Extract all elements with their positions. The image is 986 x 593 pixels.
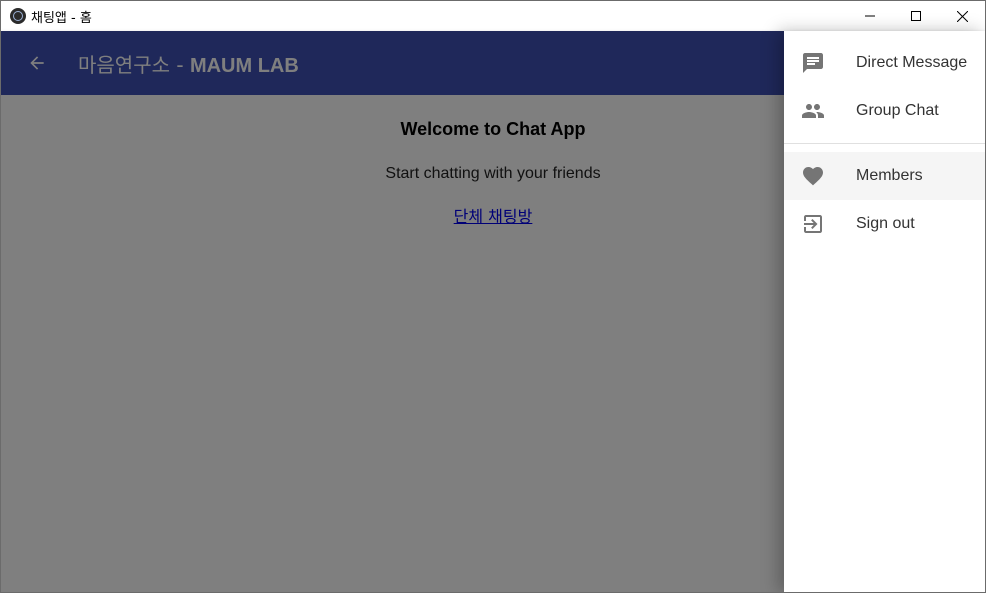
drawer-item-label: Sign out (856, 215, 915, 232)
minimize-icon (865, 15, 875, 17)
drawer-list-secondary: Members Sign out (784, 152, 985, 248)
chat-message-icon (801, 51, 825, 75)
title-bar: 채팅앱 - 홈 (1, 1, 985, 31)
maximize-button[interactable] (893, 1, 939, 31)
drawer-item-label: Direct Message (856, 54, 968, 71)
drawer-item-group-chat[interactable]: Group Chat (784, 87, 985, 135)
drawer-item-sign-out[interactable]: Sign out (784, 200, 985, 248)
drawer-item-members[interactable]: Members (784, 152, 985, 200)
close-button[interactable] (939, 1, 985, 31)
window-controls (847, 1, 985, 31)
minimize-button[interactable] (847, 1, 893, 31)
sign-out-icon (801, 212, 825, 236)
window-title: 채팅앱 - 홈 (31, 10, 92, 26)
navigation-drawer: Direct Message Group Chat Members Sign o… (784, 31, 985, 592)
close-icon (956, 10, 968, 22)
heart-icon (801, 164, 825, 188)
people-icon (801, 99, 825, 123)
drawer-item-label: Members (856, 167, 923, 184)
maximize-icon (911, 11, 921, 21)
app-window: 채팅앱 - 홈 마음연구소 - MAUM LAB Welcome to Chat… (0, 0, 986, 593)
drawer-item-label: Group Chat (856, 102, 939, 119)
drawer-list-primary: Direct Message Group Chat (784, 31, 985, 135)
drawer-item-direct-message[interactable]: Direct Message (784, 39, 985, 87)
drawer-divider (784, 143, 985, 144)
electron-app-icon (10, 8, 26, 24)
